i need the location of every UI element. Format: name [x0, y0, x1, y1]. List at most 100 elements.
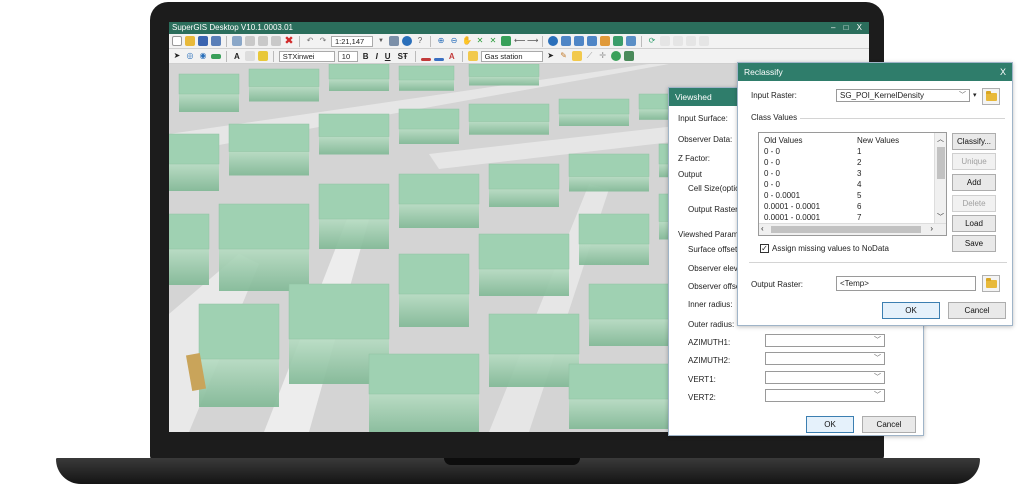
bold-button[interactable]: B — [361, 52, 371, 61]
table-vertical-scrollbar[interactable]: ︿ ﹀ — [934, 133, 946, 223]
refresh-icon[interactable]: ⟳ — [647, 36, 657, 46]
scroll-left-icon[interactable]: ‹ — [761, 224, 764, 233]
identify-icon[interactable] — [548, 36, 558, 46]
scroll-down-icon[interactable]: ﹀ — [937, 212, 944, 222]
unique-button[interactable]: Unique — [952, 153, 996, 170]
highlight-icon[interactable] — [571, 51, 582, 61]
underline-button[interactable]: U — [383, 52, 393, 61]
table-row[interactable]: 0 - 0 4 — [759, 180, 935, 191]
strikethrough-button[interactable]: SŦ — [396, 52, 410, 61]
new-icon[interactable] — [172, 36, 182, 46]
pointer-icon[interactable]: ➤ — [172, 51, 182, 61]
output-raster-browse-button[interactable] — [982, 275, 1000, 292]
input-raster-select[interactable]: SG_POI_KernelDensity ﹀ — [836, 89, 970, 102]
classify-button[interactable]: Classify... — [952, 133, 996, 150]
old-values-header[interactable]: Old Values — [764, 136, 803, 145]
layer-dropdown-icon[interactable]: ▾ — [973, 91, 977, 99]
class-values-table[interactable]: Old Values New Values 0 - 0 1 0 - 0 2 0 - … — [758, 132, 947, 236]
full-extent-icon[interactable]: ✕ — [475, 36, 485, 46]
output-raster-input[interactable]: <Temp> — [836, 276, 976, 291]
fill-color-icon[interactable] — [420, 58, 431, 61]
sketch-icon[interactable] — [673, 36, 683, 46]
callout-icon[interactable] — [244, 51, 255, 61]
help-icon[interactable] — [402, 36, 412, 46]
measure-icon[interactable] — [613, 36, 623, 46]
font-name-select[interactable]: STXinwei — [278, 50, 335, 62]
vert2-select[interactable]: ﹀ — [765, 389, 885, 402]
scale-input[interactable]: 1:21,147 — [331, 35, 373, 47]
save-icon[interactable] — [198, 36, 208, 46]
redo-icon[interactable]: ↷ — [318, 36, 328, 46]
rotate-icon[interactable]: ◉ — [198, 51, 208, 61]
copy-icon[interactable] — [258, 36, 268, 46]
fixed-zoom-icon[interactable]: ✕ — [488, 36, 498, 46]
pencil-icon[interactable]: ✎ — [559, 51, 569, 61]
edit-pointer-icon[interactable]: ➤ — [546, 51, 556, 61]
delete-button[interactable]: Delete — [952, 195, 996, 212]
window-controls[interactable]: – □ X — [831, 22, 865, 34]
assign-nodata-checkbox[interactable]: ✓ — [760, 244, 769, 253]
new-values-header[interactable]: New Values — [857, 136, 899, 145]
scroll-thumb[interactable] — [937, 147, 945, 179]
forward-icon[interactable]: ⟶ — [527, 36, 538, 46]
globe-icon[interactable] — [501, 36, 511, 46]
back-icon[interactable]: ⟵ — [514, 36, 525, 46]
load-button[interactable]: Load — [952, 215, 996, 232]
chevron-down-icon[interactable]: ▼ — [376, 36, 386, 46]
line-color-icon[interactable] — [433, 58, 444, 61]
table-row[interactable]: 0 - 0 1 — [759, 147, 935, 158]
table-row[interactable]: 0 - 0.0001 5 — [759, 191, 935, 202]
layout-icon[interactable] — [587, 36, 597, 46]
input-raster-browse-button[interactable] — [982, 88, 1000, 105]
table-row[interactable]: 0 - 0 3 — [759, 169, 935, 180]
layers-icon[interactable] — [232, 36, 242, 46]
target-icon[interactable]: ◎ — [185, 51, 195, 61]
snap-icon[interactable] — [699, 36, 709, 46]
viewshed-cancel-button[interactable]: Cancel — [862, 416, 916, 433]
cut-icon[interactable] — [245, 36, 255, 46]
chart-icon[interactable] — [600, 36, 610, 46]
editor-icon[interactable] — [660, 36, 670, 46]
locate-icon[interactable] — [610, 51, 621, 61]
select-icon[interactable] — [626, 36, 636, 46]
whats-this-icon[interactable]: ? — [415, 36, 425, 46]
scroll-thumb[interactable] — [771, 226, 921, 233]
label-icon[interactable] — [257, 51, 268, 61]
scroll-right-icon[interactable]: › — [930, 224, 933, 233]
zoom-in-icon[interactable]: ⊕ — [436, 36, 446, 46]
undo-icon[interactable]: ↶ — [305, 36, 315, 46]
reclassify-cancel-button[interactable]: Cancel — [948, 302, 1006, 319]
viewshed-ok-button[interactable]: OK — [806, 416, 854, 433]
text-tool-icon[interactable]: A — [232, 52, 242, 61]
print-icon[interactable] — [211, 36, 221, 46]
symbol-icon[interactable] — [467, 51, 478, 61]
table-row[interactable]: 0 - 0 2 — [759, 158, 935, 169]
paste-icon[interactable] — [271, 36, 281, 46]
table-row[interactable]: 0.0001 - 0.0001 6 — [759, 202, 935, 213]
open-icon[interactable] — [185, 36, 195, 46]
table-horizontal-scrollbar[interactable]: ‹ › — [759, 223, 946, 235]
pan-icon[interactable]: ✋ — [462, 36, 472, 46]
italic-button[interactable]: I — [374, 52, 380, 61]
save-button[interactable]: Save — [952, 235, 996, 252]
zoom-out-icon[interactable]: ⊖ — [449, 36, 459, 46]
layer-select[interactable]: Gas station — [480, 50, 543, 62]
close-icon[interactable]: X — [1000, 63, 1006, 81]
add-button[interactable]: Add — [952, 174, 996, 191]
font-size-select[interactable]: 10 — [337, 50, 358, 62]
line-tool-icon[interactable]: ⟋ — [585, 51, 595, 61]
delete-icon[interactable]: ✖ — [284, 36, 294, 47]
vert1-select[interactable]: ﹀ — [765, 371, 885, 384]
map-view-icon[interactable] — [389, 36, 399, 46]
layer-3d-icon[interactable] — [623, 51, 634, 61]
rectangle-icon[interactable] — [211, 53, 221, 59]
reclassify-ok-button[interactable]: OK — [882, 302, 940, 319]
attribute-icon[interactable] — [574, 36, 584, 46]
scroll-up-icon[interactable]: ︿ — [937, 134, 944, 144]
azimuth1-select[interactable]: ﹀ — [765, 334, 885, 347]
crosshair-icon[interactable]: ✛ — [598, 51, 608, 61]
vertex-icon[interactable] — [686, 36, 696, 46]
azimuth2-select[interactable]: ﹀ — [765, 352, 885, 365]
table-icon[interactable] — [561, 36, 571, 46]
font-color-icon[interactable]: A — [447, 52, 457, 61]
